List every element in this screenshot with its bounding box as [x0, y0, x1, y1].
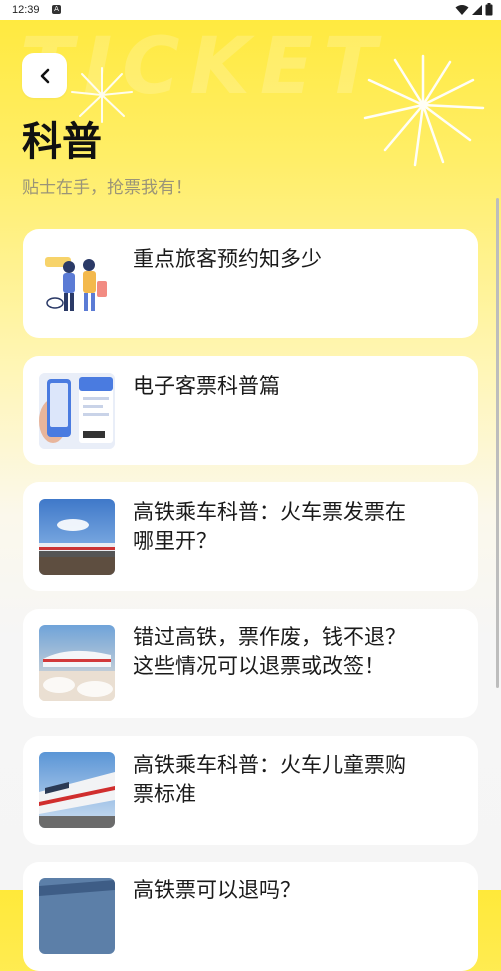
train-at-station-icon — [39, 625, 115, 701]
article-card[interactable]: 错过高铁，票作废，钱不退？ 这些情况可以退票或改签！ — [23, 609, 478, 718]
article-thumbnail — [39, 752, 115, 828]
article-thumbnail — [39, 878, 115, 954]
battery-icon — [485, 3, 493, 16]
status-bar: 12:39 A — [0, 0, 501, 20]
article-thumbnail — [39, 499, 115, 575]
page-title: 科普 — [22, 119, 102, 165]
high-speed-train-icon — [39, 752, 115, 828]
signal-icon — [472, 4, 482, 15]
article-thumbnail — [39, 373, 115, 449]
ticket-watermark: TICKET — [20, 22, 387, 112]
e-ticket-phone-icon — [39, 373, 115, 449]
page-subtitle: 贴士在手，抢票我有！ — [22, 178, 192, 198]
wifi-icon — [455, 4, 469, 15]
firework-right-decoration — [363, 54, 485, 167]
back-button[interactable] — [22, 53, 67, 98]
article-title: 高铁乘车科普：火车票发票在 哪里开？ — [133, 500, 406, 553]
article-thumbnail — [39, 625, 115, 701]
notification-icon: A — [52, 5, 61, 14]
scrollbar[interactable] — [496, 198, 499, 688]
article-card[interactable]: 电子客票科普篇 — [23, 356, 478, 465]
article-title: 高铁票可以退吗？ — [133, 878, 301, 902]
article-card[interactable]: 重点旅客预约知多少 — [23, 229, 478, 338]
article-title: 电子客票科普篇 — [133, 374, 280, 398]
chevron-left-icon — [40, 68, 49, 83]
article-title: 错过高铁，票作废，钱不退？ 这些情况可以退票或改签！ — [133, 625, 406, 678]
article-title: 高铁乘车科普：火车儿童票购 票标准 — [133, 753, 406, 806]
travelers-illustration-icon — [45, 257, 107, 311]
article-title: 重点旅客预约知多少 — [133, 247, 322, 271]
train-partial-icon — [39, 878, 115, 954]
article-card[interactable]: 高铁乘车科普：火车票发票在 哪里开？ — [23, 482, 478, 591]
status-time: 12:39 — [12, 4, 40, 16]
status-icons — [455, 3, 493, 16]
article-thumbnail — [39, 247, 115, 323]
article-card[interactable]: 高铁乘车科普：火车儿童票购 票标准 — [23, 736, 478, 845]
train-on-bridge-icon — [39, 499, 115, 575]
article-card[interactable]: 高铁票可以退吗？ — [23, 862, 478, 971]
